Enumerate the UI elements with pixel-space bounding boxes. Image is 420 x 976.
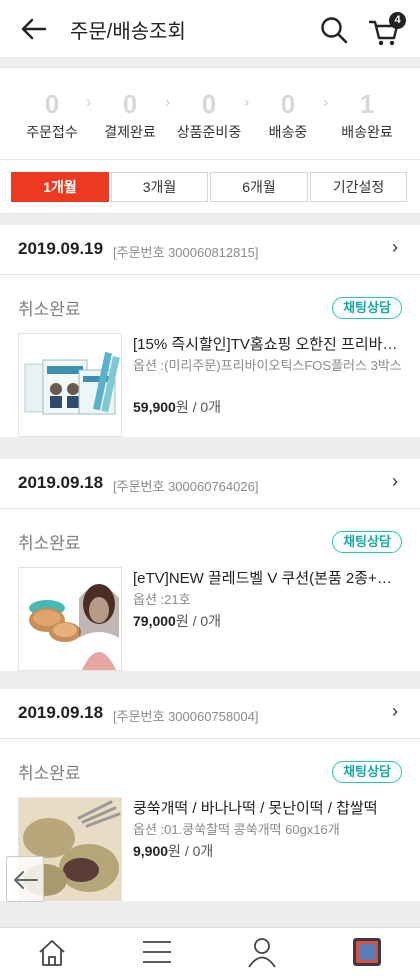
price-value: 9,900: [133, 843, 169, 859]
chevron-right-icon[interactable]: ›: [392, 471, 398, 492]
chevron-right-icon[interactable]: ›: [392, 237, 398, 258]
product-thumbnail[interactable]: [18, 567, 122, 671]
status-count: 0: [44, 89, 60, 119]
status-label: 주문접수: [26, 124, 78, 140]
nav-mypage-button[interactable]: [242, 934, 282, 970]
chat-consult-button[interactable]: 채팅상담: [332, 297, 402, 319]
status-label: 배송중: [268, 124, 308, 140]
chat-consult-button[interactable]: 채팅상담: [332, 531, 402, 553]
period-filter: 1개월 3개월 6개월 기간설정: [0, 160, 420, 214]
order-date: 2019.09.19: [18, 239, 104, 258]
order-date: 2019.09.18: [18, 473, 104, 492]
price-unit: 원 / 0개: [168, 843, 214, 859]
order-status-summary: 0 주문접수 › 0 결제완료 › 0 상품준비중 › 0 배송중 › 1 배송…: [0, 67, 420, 160]
order-card: 2019.09.19 [주문번호 300060812815] › 취소완료 채팅…: [0, 225, 420, 437]
bottom-navigation: [0, 927, 420, 976]
status-label: 결제완료: [104, 124, 156, 140]
product-thumbnail[interactable]: [18, 333, 122, 437]
back-arrow-icon: [14, 871, 38, 889]
nav-menu-button[interactable]: [137, 934, 177, 970]
period-custom-button[interactable]: 기간설정: [310, 172, 407, 202]
nav-home-button[interactable]: [32, 934, 72, 970]
nav-recent-view-button[interactable]: [347, 934, 387, 970]
order-header[interactable]: 2019.09.18 [주문번호 300060758004] ›: [0, 689, 420, 739]
order-header[interactable]: 2019.09.18 [주문번호 300060764026] ›: [0, 459, 420, 509]
recent-view-icon: [353, 938, 381, 966]
status-step-received[interactable]: 0 주문접수: [10, 90, 94, 142]
back-button[interactable]: [18, 14, 50, 44]
order-status: 취소완료: [18, 764, 81, 783]
status-step-preparing[interactable]: 0 상품준비중: [167, 90, 251, 142]
search-icon: [321, 17, 348, 44]
cart-button[interactable]: 4: [366, 12, 406, 48]
product-option: 옵션 :(미리주문)프리바이오틱스FOS플러스 3박스: [133, 358, 402, 373]
order-date: 2019.09.18: [18, 703, 104, 722]
floating-back-button[interactable]: [6, 856, 44, 902]
order-number: [주문번호 300060764026]: [113, 479, 259, 494]
order-header[interactable]: 2019.09.19 [주문번호 300060812815] ›: [0, 225, 420, 275]
product-price: 59,900원 / 0개: [133, 397, 221, 417]
status-label: 상품준비중: [176, 124, 242, 140]
period-1-month-button[interactable]: 1개월: [11, 172, 109, 202]
status-count: 0: [201, 89, 217, 119]
order-card: 2019.09.18 [주문번호 300060758004] › 취소완료 채팅…: [0, 689, 420, 901]
app-header: 주문/배송조회 4: [0, 0, 420, 58]
back-arrow-icon: [21, 18, 47, 40]
home-icon: [39, 940, 65, 966]
product-name[interactable]: [15% 즉시할인]TV홈쇼핑 오한진 프리바이오틱스FOS: [133, 333, 403, 354]
order-number: [주문번호 300060758004]: [113, 709, 259, 724]
price-value: 59,900: [133, 399, 176, 415]
menu-icon: [143, 941, 171, 963]
period-6-month-button[interactable]: 6개월: [210, 172, 308, 202]
product-name[interactable]: [eTV]NEW 끌레드벨 V 쿠션(본품 2종+리필 2종): [133, 567, 403, 588]
status-count: 1: [359, 89, 375, 119]
product-option: 옵션 :01.쿵쑥찰떡 콩쑥개떡 60gx16개: [133, 822, 340, 837]
status-label: 배송완료: [341, 124, 393, 140]
product-name[interactable]: 쿵쑥개떡 / 바나나떡 / 못난이떡 / 찹쌀떡: [133, 797, 403, 818]
order-status: 취소완료: [18, 534, 81, 553]
price-unit: 원 / 0개: [175, 399, 222, 415]
user-icon: [248, 938, 276, 968]
order-number: [주문번호 300060812815]: [113, 245, 259, 260]
status-step-paid[interactable]: 0 결제완료: [88, 90, 172, 142]
page-title: 주문/배송조회: [70, 21, 186, 43]
order-status: 취소완료: [18, 300, 81, 319]
search-button[interactable]: [318, 14, 350, 46]
chevron-right-icon[interactable]: ›: [392, 701, 398, 722]
order-card: 2019.09.18 [주문번호 300060764026] › 취소완료 채팅…: [0, 459, 420, 671]
chat-consult-button[interactable]: 채팅상담: [332, 761, 402, 783]
product-price: 79,000원 / 0개: [133, 611, 221, 631]
status-count: 0: [122, 89, 138, 119]
cart-count-badge: 4: [389, 12, 406, 29]
price-value: 79,000: [133, 613, 176, 629]
status-step-delivered[interactable]: 1 배송완료: [325, 90, 409, 142]
status-step-shipping[interactable]: 0 배송중: [246, 90, 330, 142]
price-unit: 원 / 0개: [175, 613, 222, 629]
period-3-month-button[interactable]: 3개월: [111, 172, 208, 202]
product-price: 9,900원 / 0개: [133, 841, 213, 861]
product-option: 옵션 :21호: [133, 592, 191, 607]
status-count: 0: [280, 89, 296, 119]
